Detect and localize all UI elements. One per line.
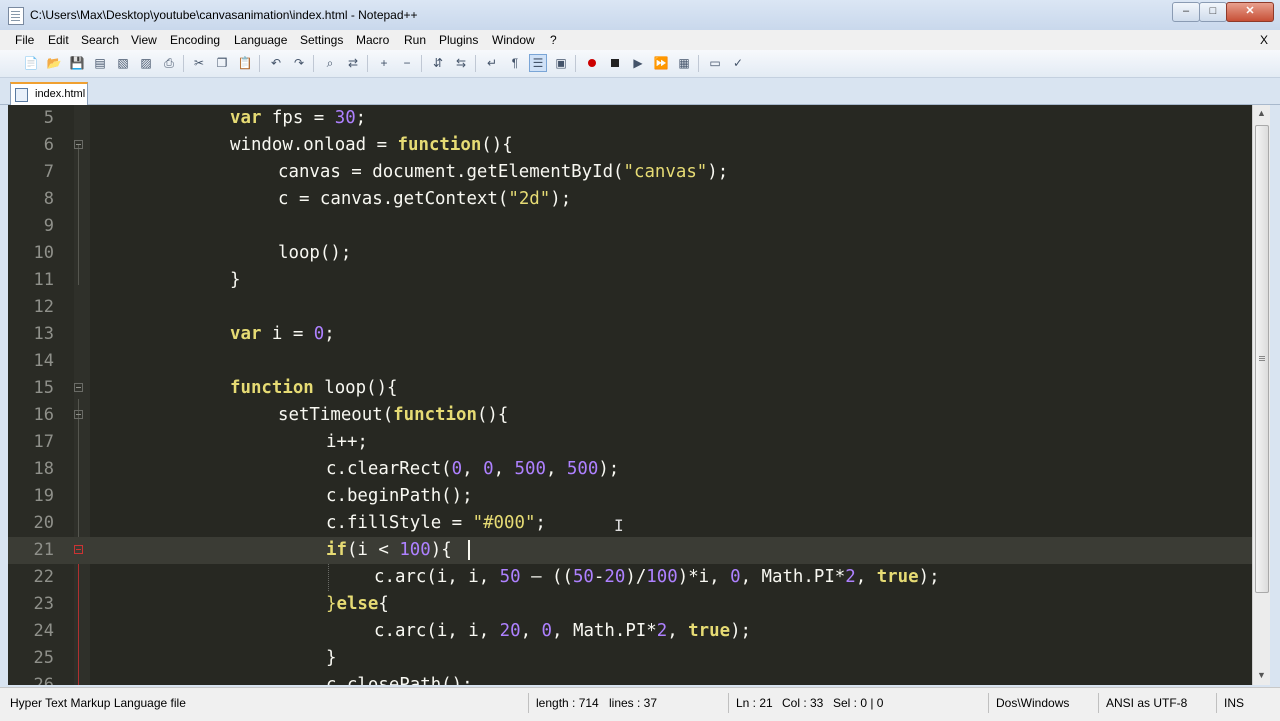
close-all-icon[interactable]: ▨ [137, 54, 155, 72]
menu-bar: File Edit Search View Encoding Language … [0, 30, 1280, 50]
show-all-chars-icon[interactable]: ¶ [506, 54, 524, 72]
code-line: 14 [33, 351, 54, 371]
run-macro-multiple-icon[interactable]: ⏩ [652, 54, 670, 72]
code-line: 13 var i = 0; [33, 324, 335, 344]
new-file-icon[interactable]: 📄 [22, 54, 40, 72]
record-macro-icon[interactable] [583, 54, 601, 72]
status-encoding[interactable]: ANSI as UTF-8 [1106, 696, 1187, 710]
indent-guide-icon[interactable]: ☰ [529, 54, 547, 72]
menu-plugins[interactable]: Plugins [439, 33, 478, 47]
title-bar: C:\Users\Max\Desktop\youtube\canvasanima… [0, 0, 1280, 31]
mouse-ibeam-cursor: I [614, 516, 624, 535]
replace-icon[interactable]: ⇄ [344, 54, 362, 72]
menu-macro[interactable]: Macro [356, 33, 389, 47]
redo-icon[interactable]: ↷ [290, 54, 308, 72]
sync-horizontal-icon[interactable]: ⇆ [452, 54, 470, 72]
code-line: 7 canvas = document.getElementById("canv… [43, 162, 729, 182]
menu-language[interactable]: Language [234, 33, 287, 47]
code-line: 5 var fps = 30; [43, 108, 367, 128]
cut-icon[interactable]: ✂ [190, 54, 208, 72]
stop-macro-icon[interactable] [606, 54, 624, 72]
status-file-type: Hyper Text Markup Language file [10, 696, 186, 710]
file-icon [15, 88, 28, 102]
tab-label: index.html [35, 88, 86, 100]
menu-help[interactable]: ? [550, 33, 557, 47]
save-all-icon[interactable]: ▤ [91, 54, 109, 72]
open-file-icon[interactable]: 📂 [45, 54, 63, 72]
play-macro-icon[interactable]: ▶ [629, 54, 647, 72]
save-macro-icon[interactable]: ▦ [675, 54, 693, 72]
menu-search[interactable]: Search [81, 33, 119, 47]
code-line: 15 function loop(){ [33, 378, 398, 398]
scrollbar-thumb[interactable] [1255, 125, 1269, 593]
user-defined-language-icon[interactable]: ▣ [552, 54, 570, 72]
code-line: 9 [43, 216, 54, 236]
paste-icon[interactable]: 📋 [236, 54, 254, 72]
status-length: length : 714 [536, 696, 599, 710]
fold-toggle-icon[interactable] [74, 383, 83, 392]
document-tab-bar: index.html [0, 78, 1280, 105]
menu-encoding[interactable]: Encoding [170, 33, 220, 47]
print-icon[interactable]: ⎙ [160, 54, 178, 72]
close-file-icon[interactable]: ▧ [114, 54, 132, 72]
toolbar: 📄 📂 💾 ▤ ▧ ▨ ⎙ ✂ ❐ 📋 ↶ ↷ ⌕ ⇄ + − ⇵ ⇆ ↵ ¶ … [0, 50, 1280, 78]
code-line: 17 i++; [33, 432, 368, 452]
status-selection: Sel : 0 | 0 [833, 696, 884, 710]
undo-icon[interactable]: ↶ [267, 54, 285, 72]
status-lines: lines : 37 [609, 696, 658, 710]
menu-window[interactable]: Window [492, 33, 535, 47]
status-eol-format[interactable]: Dos\Windows [996, 696, 1069, 710]
code-editor[interactable]: 5 var fps = 30; 6 window.onload = functi… [8, 105, 1252, 685]
menu-view[interactable]: View [131, 33, 157, 47]
close-document-button[interactable]: X [1260, 33, 1268, 47]
code-line: 16 setTimeout(function(){ [33, 405, 509, 425]
code-line: 22 c.arc(i, i, 50 – ((50-20)/100)*i, 0, … [33, 567, 940, 587]
zoom-out-icon[interactable]: − [398, 54, 416, 72]
launch-browser-icon[interactable]: ▭ [706, 54, 724, 72]
fold-toggle-icon[interactable] [74, 140, 83, 149]
code-line: 20 c.fillStyle = "#000"; [33, 513, 546, 533]
status-insert-mode[interactable]: INS [1224, 696, 1244, 710]
code-line: 24 c.arc(i, i, 20, 0, Math.PI*2, true); [33, 621, 752, 641]
code-line: 18 c.clearRect(0, 0, 500, 500); [33, 459, 620, 479]
window-title: C:\Users\Max\Desktop\youtube\canvasanima… [30, 8, 418, 22]
code-line: 25 } [33, 648, 337, 668]
tab-index-html[interactable]: index.html [10, 82, 88, 105]
code-line: 12 [33, 297, 54, 317]
minimize-button[interactable]: – [1172, 2, 1200, 22]
code-line-current: 21 if(i < 100){ [8, 537, 1252, 564]
code-line: 19 c.beginPath(); [33, 486, 473, 506]
menu-settings[interactable]: Settings [300, 33, 343, 47]
status-bar: Hyper Text Markup Language file length :… [0, 687, 1280, 721]
zoom-in-icon[interactable]: + [375, 54, 393, 72]
notepad-app-icon [8, 7, 24, 25]
code-line: 11 } [33, 270, 241, 290]
code-line: 6 window.onload = function(){ [43, 135, 513, 155]
scroll-up-arrow-icon[interactable]: ▲ [1253, 105, 1270, 122]
code-line: 8 c = canvas.getContext("2d"); [43, 189, 572, 209]
maximize-button[interactable]: □ [1199, 2, 1227, 22]
sync-vertical-icon[interactable]: ⇵ [429, 54, 447, 72]
fold-toggle-icon[interactable] [74, 410, 83, 419]
vertical-scrollbar[interactable]: ▲ ▼ [1252, 105, 1270, 685]
spell-check-icon[interactable]: ✓ [729, 54, 747, 72]
fold-toggle-icon[interactable] [74, 545, 83, 554]
menu-file[interactable]: File [15, 33, 34, 47]
word-wrap-icon[interactable]: ↵ [483, 54, 501, 72]
status-line: Ln : 21 [736, 696, 773, 710]
close-window-button[interactable]: ✕ [1226, 2, 1274, 22]
code-line: 10 loop(); [33, 243, 352, 263]
save-icon[interactable]: 💾 [68, 54, 86, 72]
menu-edit[interactable]: Edit [48, 33, 69, 47]
status-column: Col : 33 [782, 696, 824, 710]
copy-icon[interactable]: ❐ [213, 54, 231, 72]
find-icon[interactable]: ⌕ [321, 54, 339, 72]
scroll-down-arrow-icon[interactable]: ▼ [1253, 667, 1270, 684]
code-line: 26 c.closePath(); [33, 675, 473, 685]
menu-run[interactable]: Run [404, 33, 426, 47]
code-line: 23 }else{ [33, 594, 389, 614]
text-caret [468, 540, 470, 560]
